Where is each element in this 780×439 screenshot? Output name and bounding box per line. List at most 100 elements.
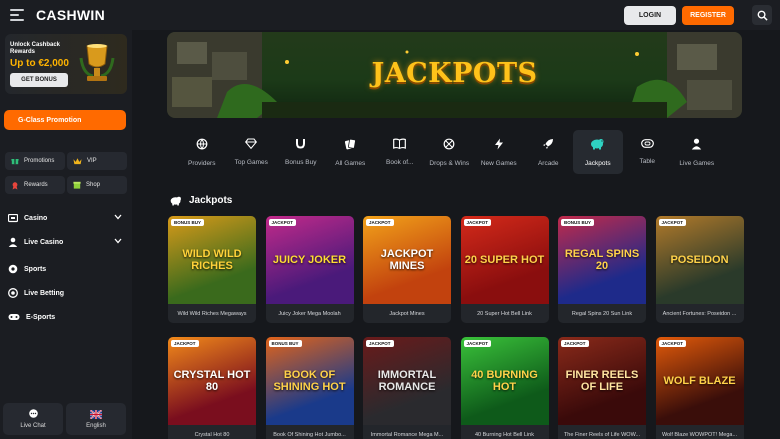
game-thumbnail-title: CRYSTAL HOT 80 — [173, 369, 251, 393]
rocket-icon — [543, 138, 554, 149]
game-card[interactable]: FINER REELS OF LIFE JACKPOT The Finer Reel… — [558, 337, 646, 439]
game-thumbnail-title: POSEIDON — [670, 254, 729, 266]
game-thumbnail[interactable]: JUICY JOKER JACKPOT — [265, 216, 354, 304]
game-badge: BONUS BUY — [561, 219, 595, 226]
category-label: All Games — [335, 159, 366, 167]
game-badge: BONUS BUY — [268, 340, 302, 347]
tab-drops-and-wins[interactable]: Drops & Wins — [425, 130, 475, 174]
game-title: Immortal Romance Mega M... — [370, 431, 444, 438]
live-dealer-icon — [692, 138, 702, 149]
game-badge: JACKPOT — [366, 219, 394, 226]
game-thumbnail[interactable]: POSEIDON JACKPOT — [655, 216, 744, 304]
sidebar-item-casino[interactable]: Casino — [8, 211, 126, 225]
game-card[interactable]: WILD WILD RICHES BONUS BUY Wild Wild Riche… — [168, 216, 256, 323]
sidebar-item-live-betting[interactable]: Live Betting — [8, 286, 126, 300]
sidebar: Unlock Cashback Rewards Up to €2,000 GET… — [0, 30, 132, 439]
game-thumbnail[interactable]: CRYSTAL HOT 80 JACKPOT — [168, 337, 256, 425]
chevron-down-icon[interactable] — [114, 238, 122, 244]
site-logo[interactable]: CASHWIN — [36, 7, 105, 23]
banner-title: JACKPOTS — [371, 58, 538, 89]
chat-icon — [28, 409, 38, 418]
game-thumbnail[interactable]: JACKPOT MINES JACKPOT — [363, 216, 451, 304]
login-button[interactable]: LOGIN — [624, 5, 676, 25]
game-thumbnail-title: FINER REELS OF LIFE — [565, 369, 639, 393]
sidebar-tile-label: Promotions — [24, 158, 55, 164]
game-thumbnail[interactable]: 40 BURNING HOT JACKPOT — [460, 337, 549, 425]
game-grid: WILD WILD RICHES BONUS BUY Wild Wild Riche… — [168, 216, 744, 439]
tab-live-games[interactable]: Live Games — [672, 130, 722, 174]
sidebar-tile-vip[interactable]: VIP — [67, 152, 127, 170]
register-button[interactable]: REGISTER — [682, 5, 734, 25]
sidebar-tile-promotions[interactable]: Promotions — [5, 152, 65, 170]
sidebar-tile-rewards[interactable]: Rewards — [5, 176, 65, 194]
game-card[interactable]: 40 BURNING HOT JACKPOT 40 Burning Hot Bell… — [460, 337, 549, 439]
game-badge: JACKPOT — [171, 340, 199, 347]
game-card[interactable]: WOLF BLAZE JACKPOT Wolf Blaze WOWPOT! Mega… — [655, 337, 744, 439]
esports-icon — [8, 314, 20, 320]
game-badge: BONUS BUY — [171, 219, 205, 226]
sidebar-item-sports[interactable]: Sports — [8, 262, 126, 276]
category-label: Top Games — [234, 159, 268, 166]
cards-icon — [345, 138, 357, 149]
game-card[interactable]: 20 SUPER HOT JACKPOT 20 Super Hot Bell Lin… — [460, 216, 549, 323]
game-badge: JACKPOT — [463, 340, 492, 347]
game-badge: JACKPOT — [561, 340, 589, 347]
menu-toggle-button[interactable] — [10, 9, 24, 21]
tab-arcade[interactable]: Arcade — [524, 130, 574, 174]
game-thumbnail-title: REGAL SPINS 20 — [564, 248, 640, 272]
game-badge: JACKPOT — [366, 340, 394, 347]
game-badge: JACKPOT — [463, 219, 492, 226]
game-thumbnail[interactable]: 20 SUPER HOT JACKPOT — [460, 216, 549, 304]
tab-jackpots[interactable]: Jackpots — [573, 130, 623, 174]
sidebar-item-live-casino[interactable]: Live Casino — [8, 235, 126, 249]
category-label: Table — [639, 158, 656, 165]
game-badge: JACKPOT — [658, 219, 687, 226]
language-selector[interactable]: English — [66, 403, 126, 435]
game-title: Crystal Hot 80 — [194, 431, 230, 438]
live-casino-icon — [8, 237, 18, 247]
game-thumbnail[interactable]: WOLF BLAZE JACKPOT — [655, 337, 744, 425]
game-card[interactable]: JUICY JOKER JACKPOT Juicy Joker Mega Moola… — [265, 216, 354, 323]
tab-all-games[interactable]: All Games — [326, 130, 376, 174]
game-title: The Finer Reels of Life WOW... — [563, 431, 641, 438]
game-thumbnail[interactable]: FINER REELS OF LIFE JACKPOT — [558, 337, 646, 425]
game-thumbnail-title: WOLF BLAZE — [663, 375, 736, 387]
search-button[interactable] — [752, 5, 772, 25]
game-thumbnail[interactable]: REGAL SPINS 20 BONUS BUY — [558, 216, 646, 304]
game-card[interactable]: IMMORTAL ROMANCE JACKPOT Immortal Romance … — [363, 337, 451, 439]
tab-book-of[interactable]: Book of... — [375, 130, 425, 174]
live-chat-button[interactable]: Live Chat — [3, 403, 63, 435]
sidebar-tile-shop[interactable]: Shop — [67, 176, 127, 194]
tab-bonus-buy[interactable]: Bonus Buy — [276, 130, 326, 174]
g-class-promotion-button[interactable]: G-Class Promotion — [4, 110, 126, 130]
get-bonus-button[interactable]: GET BONUS — [10, 73, 68, 87]
game-thumbnail[interactable]: WILD WILD RICHES BONUS BUY — [168, 216, 256, 304]
category-label: Bonus Buy — [285, 159, 317, 166]
game-card[interactable]: JACKPOT MINES JACKPOT Jackpot Mines — [363, 216, 451, 323]
game-title: Ancient Fortunes: Poseidon ... — [662, 310, 737, 317]
category-label: New Games — [480, 159, 517, 167]
category-label: Jackpots — [584, 160, 611, 167]
game-card[interactable]: CRYSTAL HOT 80 JACKPOT Crystal Hot 80 — [168, 337, 256, 439]
category-nav: Providers Top Games Bonus Buy All Games … — [177, 130, 722, 174]
cashback-amount: Up to €2,000 — [10, 58, 69, 69]
category-label: Providers — [188, 159, 216, 167]
section-title: Jackpots — [189, 195, 233, 206]
category-label: Arcade — [537, 159, 559, 167]
sidebar-item-label: Live Betting — [24, 289, 65, 297]
game-title: Regal Spins 20 Sun Link — [571, 310, 633, 317]
chevron-down-icon[interactable] — [114, 214, 122, 220]
game-card[interactable]: REGAL SPINS 20 BONUS BUY Regal Spins 20 Su… — [558, 216, 646, 323]
search-icon — [757, 10, 768, 21]
tab-top-games[interactable]: Top Games — [227, 130, 277, 174]
game-card[interactable]: POSEIDON JACKPOT Ancient Fortunes: Poseido… — [655, 216, 744, 323]
game-thumbnail[interactable]: BOOK OF SHINING HOT BONUS BUY — [265, 337, 354, 425]
game-card[interactable]: BOOK OF SHINING HOT BONUS BUY Book Of Shin… — [265, 337, 354, 439]
game-thumbnail[interactable]: IMMORTAL ROMANCE JACKPOT — [363, 337, 451, 425]
tab-providers[interactable]: Providers — [177, 130, 227, 174]
providers-icon — [196, 138, 208, 150]
sidebar-item-esports[interactable]: E-Sports — [8, 310, 126, 324]
tab-table[interactable]: Table — [623, 130, 673, 174]
sidebar-item-label: E-Sports — [26, 313, 56, 321]
tab-new-games[interactable]: New Games — [474, 130, 524, 174]
